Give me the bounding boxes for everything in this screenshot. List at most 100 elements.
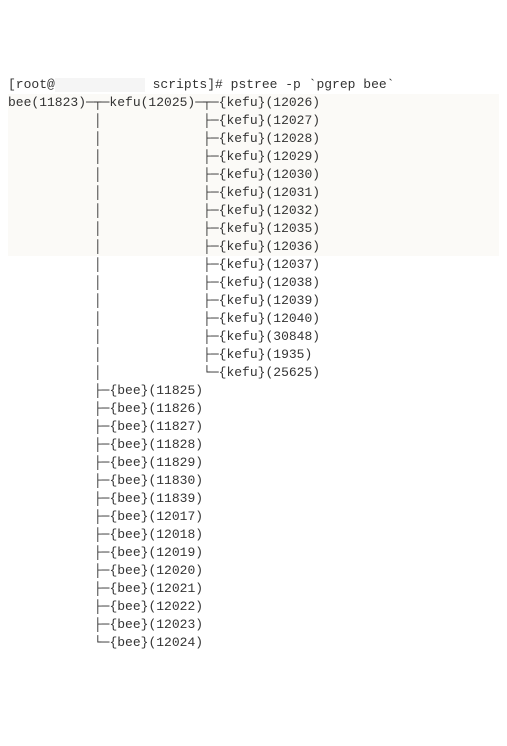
tree-row: │ ├─{kefu}(12031) <box>8 184 499 202</box>
connector: ├─ <box>94 455 110 470</box>
tree-row: │ ├─{kefu}(12028) <box>8 130 499 148</box>
connector: ├─ <box>203 347 219 362</box>
connector: ├─ <box>94 527 110 542</box>
indent: │ <box>8 347 203 362</box>
tree-row: │ ├─{kefu}(12039) <box>8 292 499 310</box>
connector: ─┬─ <box>195 95 218 110</box>
indent: │ <box>8 185 203 200</box>
tree-row: ├─{bee}(11830) <box>8 472 499 490</box>
tree-row: ├─{bee}(12019) <box>8 544 499 562</box>
tree-row: ├─{bee}(12017) <box>8 508 499 526</box>
proc-root: bee(11823) <box>8 95 86 110</box>
thread: {bee}(11828) <box>109 437 203 452</box>
connector: ├─ <box>94 563 110 578</box>
indent: │ <box>8 131 203 146</box>
indent <box>8 563 94 578</box>
tree-row: ├─{bee}(12018) <box>8 526 499 544</box>
proc-kefu: kefu(12025) <box>109 95 195 110</box>
connector: ├─ <box>94 473 110 488</box>
thread: {kefu}(12035) <box>219 221 320 236</box>
connector: ├─ <box>94 491 110 506</box>
thread: {kefu}(12038) <box>219 275 320 290</box>
tree-row: │ ├─{kefu}(12040) <box>8 310 499 328</box>
tree-row: │ └─{kefu}(25625) <box>8 364 499 382</box>
connector: ├─ <box>203 113 219 128</box>
thread: {kefu}(12037) <box>219 257 320 272</box>
tree-row: ├─{bee}(12022) <box>8 598 499 616</box>
connector: ├─ <box>94 599 110 614</box>
tree-row: ├─{bee}(11839) <box>8 490 499 508</box>
thread: {kefu}(12031) <box>219 185 320 200</box>
connector: ├─ <box>203 275 219 290</box>
connector: ├─ <box>203 221 219 236</box>
connector: ─┬─ <box>86 95 109 110</box>
thread: {kefu}(12028) <box>219 131 320 146</box>
prompt-prefix: [root@ <box>8 77 55 92</box>
connector: ├─ <box>94 401 110 416</box>
indent: │ <box>8 365 203 380</box>
indent: │ <box>8 329 203 344</box>
indent: │ <box>8 221 203 236</box>
indent: │ <box>8 167 203 182</box>
tree-row: │ ├─{kefu}(30848) <box>8 328 499 346</box>
indent: │ <box>8 113 203 128</box>
terminal-output: [root@ scripts]# pstree -p `pgrep bee` be… <box>8 76 499 652</box>
tree-row: ├─{bee}(11828) <box>8 436 499 454</box>
tree-row: │ ├─{kefu}(12030) <box>8 166 499 184</box>
thread: {bee}(11826) <box>109 401 203 416</box>
command-text: pstree -p `pgrep bee` <box>231 77 395 92</box>
tree-row: bee(11823)─┬─kefu(12025)─┬─{kefu}(12026) <box>8 94 499 112</box>
connector: └─ <box>203 365 219 380</box>
indent <box>8 401 94 416</box>
indent <box>8 617 94 632</box>
thread: {bee}(12017) <box>109 509 203 524</box>
thread: {kefu}(12027) <box>219 113 320 128</box>
thread: {kefu}(25625) <box>219 365 320 380</box>
connector: ├─ <box>94 509 110 524</box>
thread: {bee}(11829) <box>109 455 203 470</box>
indent: │ <box>8 293 203 308</box>
tree-row: ├─{bee}(11825) <box>8 382 499 400</box>
tree-row: │ ├─{kefu}(12027) <box>8 112 499 130</box>
thread: {kefu}(12039) <box>219 293 320 308</box>
connector: └─ <box>94 635 110 650</box>
tree-row: ├─{bee}(11826) <box>8 400 499 418</box>
indent <box>8 545 94 560</box>
indent <box>8 599 94 614</box>
tree-row: ├─{bee}(12021) <box>8 580 499 598</box>
connector: ├─ <box>94 383 110 398</box>
thread: {kefu}(30848) <box>219 329 320 344</box>
thread: {bee}(11827) <box>109 419 203 434</box>
tree-row: │ ├─{kefu}(12032) <box>8 202 499 220</box>
indent <box>8 473 94 488</box>
thread: {bee}(12019) <box>109 545 203 560</box>
thread: {bee}(12022) <box>109 599 203 614</box>
tree-row: ├─{bee}(11829) <box>8 454 499 472</box>
thread: {bee}(12023) <box>109 617 203 632</box>
indent: │ <box>8 257 203 272</box>
indent <box>8 491 94 506</box>
prompt-suffix: scripts]# <box>145 77 231 92</box>
tree-row: │ ├─{kefu}(1935) <box>8 346 499 364</box>
tree-row: │ ├─{kefu}(12036) <box>8 238 499 256</box>
thread: {bee}(11830) <box>109 473 203 488</box>
indent <box>8 437 94 452</box>
thread: {kefu}(12036) <box>219 239 320 254</box>
connector: ├─ <box>203 311 219 326</box>
tree-row: │ ├─{kefu}(12029) <box>8 148 499 166</box>
thread: {bee}(11825) <box>109 383 203 398</box>
tree-row: └─{bee}(12024) <box>8 634 499 652</box>
indent <box>8 383 94 398</box>
indent <box>8 581 94 596</box>
connector: ├─ <box>203 329 219 344</box>
indent: │ <box>8 149 203 164</box>
connector: ├─ <box>203 293 219 308</box>
thread: {bee}(12024) <box>109 635 203 650</box>
thread: {kefu}(12026) <box>219 95 320 110</box>
thread: {bee}(12018) <box>109 527 203 542</box>
connector: ├─ <box>203 257 219 272</box>
indent <box>8 455 94 470</box>
connector: ├─ <box>203 203 219 218</box>
thread: {bee}(12020) <box>109 563 203 578</box>
connector: ├─ <box>203 149 219 164</box>
